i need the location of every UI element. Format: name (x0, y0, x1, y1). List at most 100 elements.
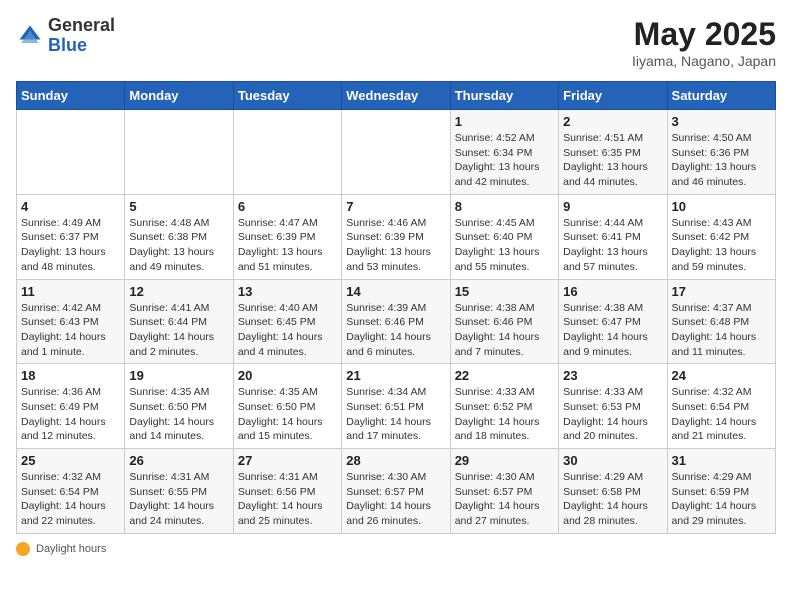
day-info: Sunrise: 4:36 AM Sunset: 6:49 PM Dayligh… (21, 385, 120, 444)
calendar-table: SundayMondayTuesdayWednesdayThursdayFrid… (16, 81, 776, 534)
day-info: Sunrise: 4:44 AM Sunset: 6:41 PM Dayligh… (563, 216, 662, 275)
day-info: Sunrise: 4:51 AM Sunset: 6:35 PM Dayligh… (563, 131, 662, 190)
calendar-cell: 3 Sunrise: 4:50 AM Sunset: 6:36 PM Daylig… (667, 110, 775, 195)
day-info: Sunrise: 4:48 AM Sunset: 6:38 PM Dayligh… (129, 216, 228, 275)
day-number: 13 (238, 284, 337, 299)
calendar-cell: 4 Sunrise: 4:49 AM Sunset: 6:37 PM Daylig… (17, 194, 125, 279)
calendar-cell: 20 Sunrise: 4:35 AM Sunset: 6:50 PM Dayli… (233, 364, 341, 449)
day-number: 20 (238, 368, 337, 383)
calendar-cell: 8 Sunrise: 4:45 AM Sunset: 6:40 PM Daylig… (450, 194, 558, 279)
weekday-header: Friday (559, 82, 667, 110)
calendar-week-row: 25Sunrise: 4:32 AM Sunset: 6:54 PM Dayli… (17, 449, 776, 534)
calendar-cell (17, 110, 125, 195)
day-info: Sunrise: 4:38 AM Sunset: 6:46 PM Dayligh… (455, 301, 554, 360)
day-number: 28 (346, 453, 445, 468)
day-number: 11 (21, 284, 120, 299)
day-info: Sunrise: 4:49 AM Sunset: 6:37 PM Dayligh… (21, 216, 120, 275)
calendar-cell: 1Sunrise: 4:52 AM Sunset: 6:34 PM Daylig… (450, 110, 558, 195)
weekday-header: Wednesday (342, 82, 450, 110)
calendar-cell: 23 Sunrise: 4:33 AM Sunset: 6:53 PM Dayli… (559, 364, 667, 449)
day-info: Sunrise: 4:38 AM Sunset: 6:47 PM Dayligh… (563, 301, 662, 360)
day-info: Sunrise: 4:42 AM Sunset: 6:43 PM Dayligh… (21, 301, 120, 360)
day-number: 4 (21, 199, 120, 214)
calendar-cell: 12Sunrise: 4:41 AM Sunset: 6:44 PM Dayli… (125, 279, 233, 364)
weekday-header: Sunday (17, 82, 125, 110)
day-number: 6 (238, 199, 337, 214)
day-info: Sunrise: 4:35 AM Sunset: 6:50 PM Dayligh… (238, 385, 337, 444)
daylight-label: Daylight hours (36, 543, 106, 555)
calendar-cell: 17 Sunrise: 4:37 AM Sunset: 6:48 PM Dayli… (667, 279, 775, 364)
day-number: 22 (455, 368, 554, 383)
weekday-header: Tuesday (233, 82, 341, 110)
day-info: Sunrise: 4:34 AM Sunset: 6:51 PM Dayligh… (346, 385, 445, 444)
calendar-cell: 2 Sunrise: 4:51 AM Sunset: 6:35 PM Daylig… (559, 110, 667, 195)
day-number: 14 (346, 284, 445, 299)
calendar-cell: 18Sunrise: 4:36 AM Sunset: 6:49 PM Dayli… (17, 364, 125, 449)
calendar-cell (125, 110, 233, 195)
day-number: 29 (455, 453, 554, 468)
calendar-cell: 15Sunrise: 4:38 AM Sunset: 6:46 PM Dayli… (450, 279, 558, 364)
calendar-cell: 26Sunrise: 4:31 AM Sunset: 6:55 PM Dayli… (125, 449, 233, 534)
logo: General Blue (16, 16, 115, 56)
calendar-week-row: 11 Sunrise: 4:42 AM Sunset: 6:43 PM Dayli… (17, 279, 776, 364)
logo-blue-text: Blue (48, 35, 87, 55)
sun-icon (16, 542, 30, 556)
day-number: 12 (129, 284, 228, 299)
day-info: Sunrise: 4:37 AM Sunset: 6:48 PM Dayligh… (672, 301, 771, 360)
day-number: 30 (563, 453, 662, 468)
page-subtitle: Iiyama, Nagano, Japan (632, 53, 776, 69)
day-info: Sunrise: 4:33 AM Sunset: 6:53 PM Dayligh… (563, 385, 662, 444)
footer: Daylight hours (16, 542, 776, 556)
day-number: 16 (563, 284, 662, 299)
weekday-header-row: SundayMondayTuesdayWednesdayThursdayFrid… (17, 82, 776, 110)
calendar-cell: 22Sunrise: 4:33 AM Sunset: 6:52 PM Dayli… (450, 364, 558, 449)
day-info: Sunrise: 4:31 AM Sunset: 6:55 PM Dayligh… (129, 470, 228, 529)
day-info: Sunrise: 4:35 AM Sunset: 6:50 PM Dayligh… (129, 385, 228, 444)
calendar-cell: 24Sunrise: 4:32 AM Sunset: 6:54 PM Dayli… (667, 364, 775, 449)
calendar-cell: 13 Sunrise: 4:40 AM Sunset: 6:45 PM Dayli… (233, 279, 341, 364)
day-number: 25 (21, 453, 120, 468)
day-info: Sunrise: 4:43 AM Sunset: 6:42 PM Dayligh… (672, 216, 771, 275)
day-info: Sunrise: 4:50 AM Sunset: 6:36 PM Dayligh… (672, 131, 771, 190)
calendar-cell: 11 Sunrise: 4:42 AM Sunset: 6:43 PM Dayli… (17, 279, 125, 364)
page-title: May 2025 (632, 16, 776, 53)
day-info: Sunrise: 4:39 AM Sunset: 6:46 PM Dayligh… (346, 301, 445, 360)
calendar-cell: 25Sunrise: 4:32 AM Sunset: 6:54 PM Dayli… (17, 449, 125, 534)
header: General Blue May 2025 Iiyama, Nagano, Ja… (16, 16, 776, 69)
calendar-cell: 19 Sunrise: 4:35 AM Sunset: 6:50 PM Dayli… (125, 364, 233, 449)
calendar-cell (233, 110, 341, 195)
weekday-header: Saturday (667, 82, 775, 110)
weekday-header: Thursday (450, 82, 558, 110)
day-info: Sunrise: 4:31 AM Sunset: 6:56 PM Dayligh… (238, 470, 337, 529)
day-info: Sunrise: 4:30 AM Sunset: 6:57 PM Dayligh… (346, 470, 445, 529)
calendar-cell: 5 Sunrise: 4:48 AM Sunset: 6:38 PM Daylig… (125, 194, 233, 279)
day-info: Sunrise: 4:45 AM Sunset: 6:40 PM Dayligh… (455, 216, 554, 275)
calendar-cell: 16 Sunrise: 4:38 AM Sunset: 6:47 PM Dayli… (559, 279, 667, 364)
calendar-cell: 21 Sunrise: 4:34 AM Sunset: 6:51 PM Dayli… (342, 364, 450, 449)
day-info: Sunrise: 4:52 AM Sunset: 6:34 PM Dayligh… (455, 131, 554, 190)
calendar-cell: 29 Sunrise: 4:30 AM Sunset: 6:57 PM Dayli… (450, 449, 558, 534)
day-number: 8 (455, 199, 554, 214)
day-number: 2 (563, 114, 662, 129)
day-number: 5 (129, 199, 228, 214)
day-info: Sunrise: 4:29 AM Sunset: 6:59 PM Dayligh… (672, 470, 771, 529)
day-info: Sunrise: 4:40 AM Sunset: 6:45 PM Dayligh… (238, 301, 337, 360)
day-info: Sunrise: 4:46 AM Sunset: 6:39 PM Dayligh… (346, 216, 445, 275)
logo-icon (16, 22, 44, 50)
day-number: 19 (129, 368, 228, 383)
day-info: Sunrise: 4:32 AM Sunset: 6:54 PM Dayligh… (672, 385, 771, 444)
calendar-cell: 10 Sunrise: 4:43 AM Sunset: 6:42 PM Dayli… (667, 194, 775, 279)
day-info: Sunrise: 4:30 AM Sunset: 6:57 PM Dayligh… (455, 470, 554, 529)
day-number: 21 (346, 368, 445, 383)
day-number: 17 (672, 284, 771, 299)
calendar-cell: 28 Sunrise: 4:30 AM Sunset: 6:57 PM Dayli… (342, 449, 450, 534)
calendar-cell: 6Sunrise: 4:47 AM Sunset: 6:39 PM Daylig… (233, 194, 341, 279)
calendar-cell: 7Sunrise: 4:46 AM Sunset: 6:39 PM Daylig… (342, 194, 450, 279)
calendar-week-row: 18Sunrise: 4:36 AM Sunset: 6:49 PM Dayli… (17, 364, 776, 449)
day-number: 23 (563, 368, 662, 383)
calendar-cell: 31 Sunrise: 4:29 AM Sunset: 6:59 PM Dayli… (667, 449, 775, 534)
day-number: 3 (672, 114, 771, 129)
day-number: 31 (672, 453, 771, 468)
day-number: 27 (238, 453, 337, 468)
day-number: 10 (672, 199, 771, 214)
